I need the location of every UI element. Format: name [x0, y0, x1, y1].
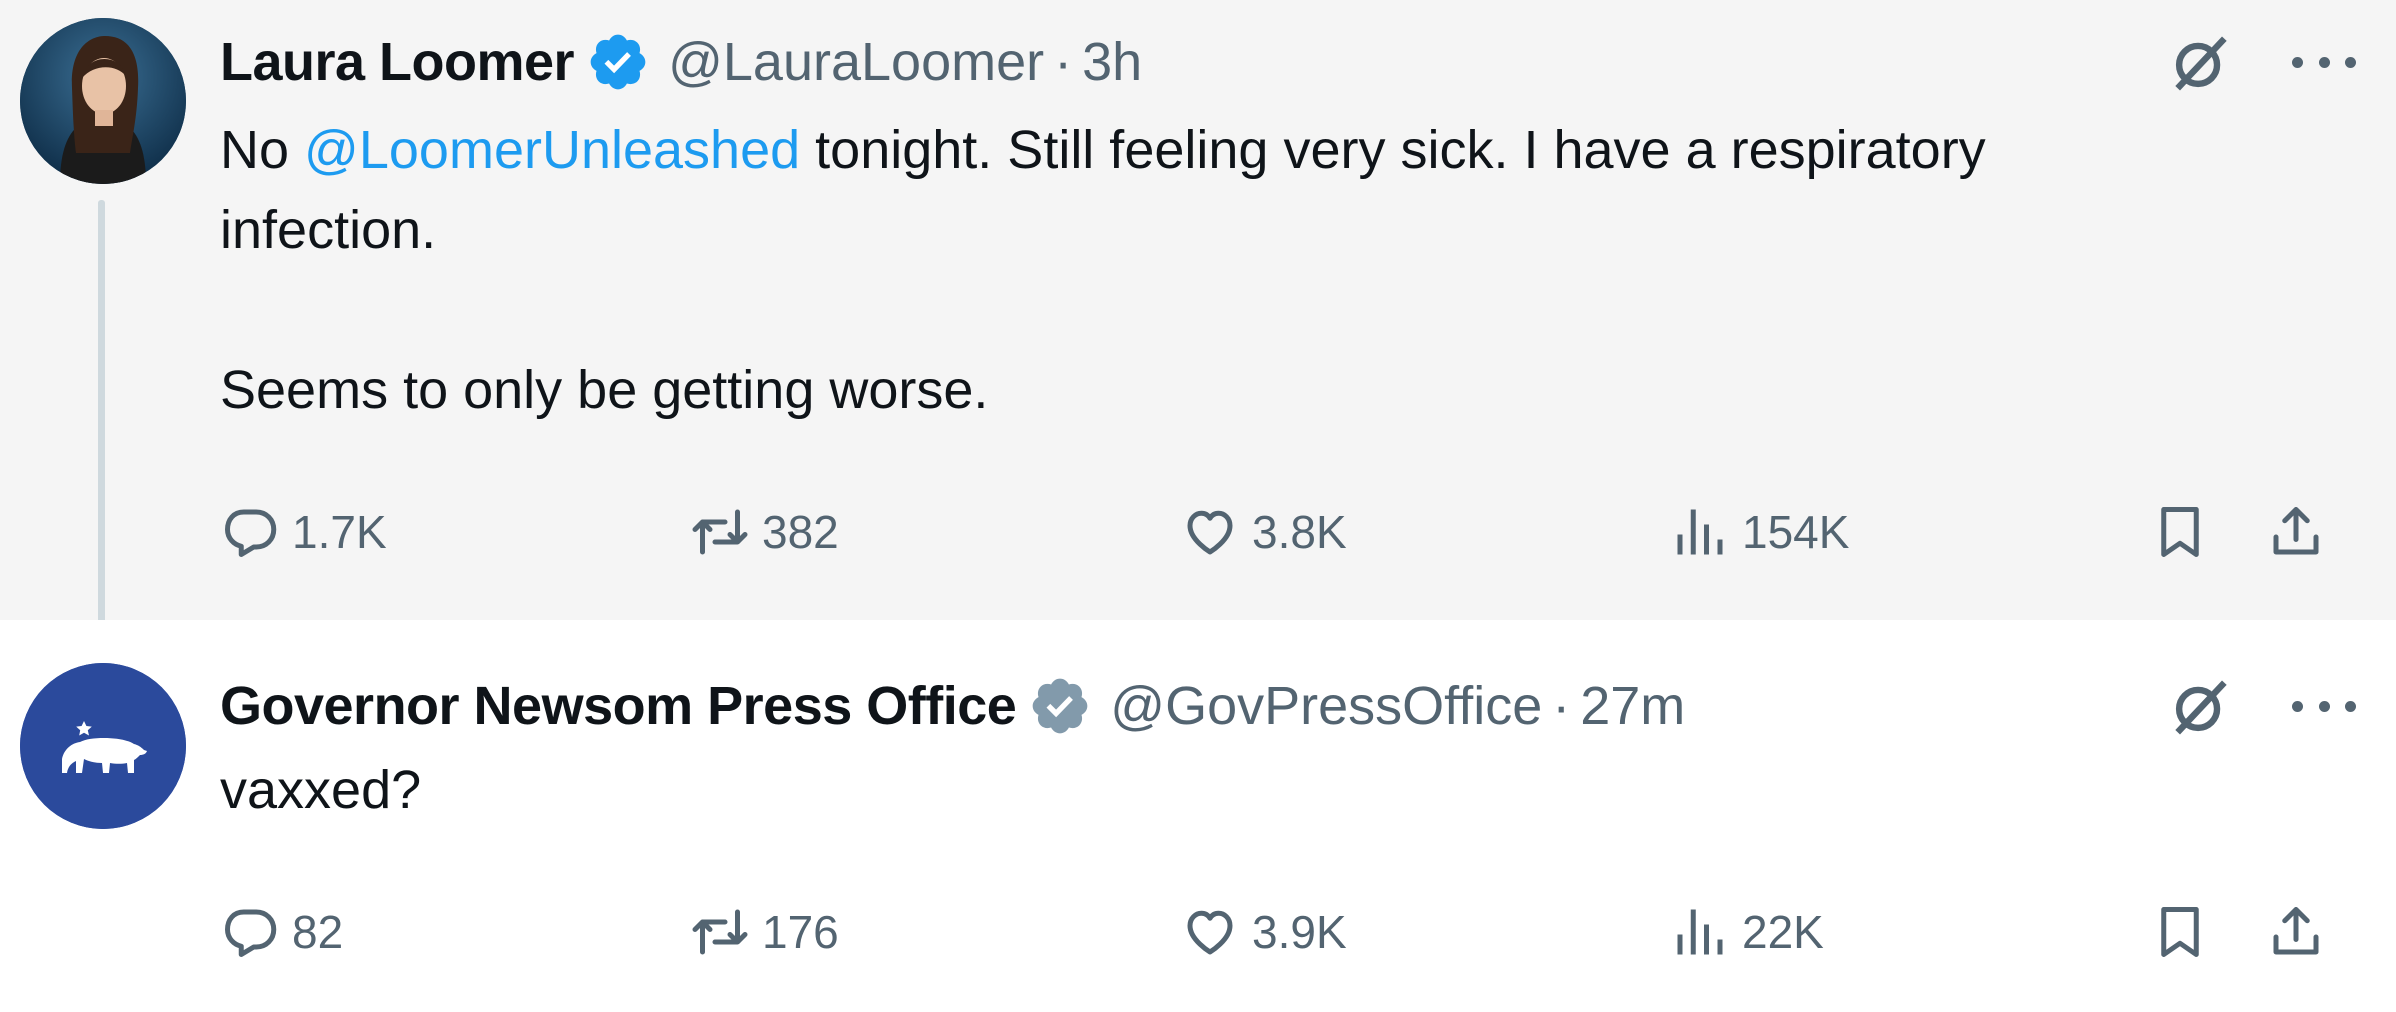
author-name[interactable]: Laura Loomer [220, 31, 575, 93]
avatar[interactable] [20, 663, 186, 829]
verified-badge-icon [1032, 678, 1088, 734]
timestamp[interactable]: 3h [1082, 31, 1142, 93]
like-count: 3.9K [1252, 906, 1347, 958]
verified-badge-icon [590, 34, 646, 90]
views-count: 154K [1742, 506, 1850, 558]
reply-button[interactable]: 82 [220, 892, 343, 972]
tweet-gov-press-office[interactable]: Governor Newsom Press Office @GovPressOf… [0, 620, 2396, 1012]
avatar-portrait-icon [20, 18, 186, 184]
repost-button[interactable]: 382 [690, 492, 839, 572]
tweet-header: Governor Newsom Press Office @GovPressOf… [220, 666, 1685, 746]
like-count: 3.8K [1252, 506, 1347, 558]
author-handle[interactable]: @LauraLoomer [668, 31, 1044, 93]
author-name[interactable]: Governor Newsom Press Office [220, 675, 1017, 737]
repost-button[interactable]: 176 [690, 892, 839, 972]
california-bear-icon [20, 663, 186, 829]
bookmark-button[interactable] [2150, 492, 2210, 572]
share-button[interactable] [2266, 892, 2326, 972]
reply-icon [225, 509, 277, 557]
more-icon[interactable] [2292, 52, 2356, 72]
separator-dot: · [1552, 676, 1571, 736]
share-icon [2273, 907, 2319, 955]
text-segment: tonight. Still feeling very sick. I have… [800, 120, 1986, 180]
repost-icon [692, 909, 748, 955]
reply-button[interactable]: 1.7K [220, 492, 387, 572]
author-handle[interactable]: @GovPressOffice [1110, 675, 1542, 737]
like-icon [1187, 510, 1233, 555]
bookmark-icon [2161, 507, 2199, 557]
views-count: 22K [1742, 906, 1824, 958]
bookmark-button[interactable] [2150, 892, 2210, 972]
action-bar: 82 176 3.9K 22K [220, 892, 2356, 972]
tweet-text: No @LoomerUnleashed tonight. Still feeli… [220, 110, 1986, 430]
tweet-text-line-1: No @LoomerUnleashed tonight. Still feeli… [220, 110, 1986, 190]
reply-count: 1.7K [292, 506, 387, 558]
share-button[interactable] [2266, 492, 2326, 572]
tweet-top-actions [2166, 666, 2356, 746]
repost-count: 176 [762, 906, 839, 958]
views-icon [1677, 509, 1723, 555]
share-icon [2273, 507, 2319, 555]
separator-dot: · [1054, 32, 1073, 92]
repost-count: 382 [762, 506, 839, 558]
action-bar: 1.7K 382 3.8K 154K [220, 492, 2356, 572]
timestamp[interactable]: 27m [1580, 675, 1685, 737]
tweet-laura-loomer[interactable]: Laura Loomer @LauraLoomer · 3h No @Loome… [0, 0, 2396, 650]
repost-icon [692, 509, 748, 555]
tweet-text-line-1: vaxxed? [220, 760, 422, 820]
like-icon [1187, 910, 1233, 955]
avatar[interactable] [20, 18, 186, 184]
tweet-header: Laura Loomer @LauraLoomer · 3h [220, 22, 1142, 102]
grok-icon[interactable] [2166, 27, 2236, 97]
views-button[interactable]: 154K [1670, 492, 1849, 572]
more-icon[interactable] [2292, 696, 2356, 716]
grok-icon[interactable] [2166, 671, 2236, 741]
paragraph-break [220, 270, 1986, 350]
like-button[interactable]: 3.9K [1180, 892, 1347, 972]
tweet-text-line-2: infection. [220, 200, 437, 260]
thread-connector-line [98, 200, 105, 650]
tweet-text: vaxxed? [220, 750, 421, 830]
reply-icon [225, 909, 277, 957]
tweet-top-actions [2166, 22, 2356, 102]
tweet-text-line-3: Seems to only be getting worse. [220, 360, 989, 420]
mention-link[interactable]: @LoomerUnleashed [304, 120, 800, 180]
views-button[interactable]: 22K [1670, 892, 1824, 972]
reply-count: 82 [292, 906, 344, 958]
views-icon [1677, 909, 1723, 955]
bookmark-icon [2161, 907, 2199, 957]
like-button[interactable]: 3.8K [1180, 492, 1347, 572]
text-segment: No [220, 120, 305, 180]
